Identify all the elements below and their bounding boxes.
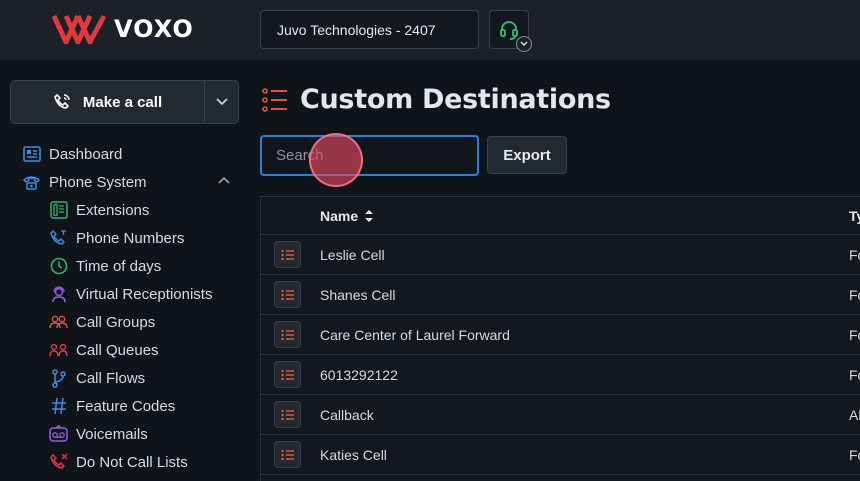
company-selector[interactable]: Juvo Technologies - 2407 — [260, 10, 479, 49]
call-queues-icon — [49, 341, 68, 360]
row-type: Fo — [849, 327, 860, 343]
chevron-up-icon[interactable] — [218, 176, 230, 184]
sidebar-item-label: Extensions — [76, 201, 150, 219]
table-header: Name Ty — [261, 197, 860, 235]
row-name: Shanes Cell — [320, 287, 396, 303]
list-icon — [280, 409, 294, 420]
search-input[interactable] — [260, 135, 479, 176]
row-name: Callback — [320, 407, 374, 423]
phone-numbers-icon — [49, 229, 68, 248]
sidebar-item-label: Call Queues — [76, 341, 159, 359]
row-actions-button[interactable] — [274, 281, 301, 308]
row-name: 6013292122 — [320, 367, 398, 383]
row-type: Fo — [849, 447, 860, 463]
dashboard-icon — [22, 145, 41, 164]
agent-status-button[interactable] — [489, 10, 532, 52]
top-bar: VOXO Juvo Technologies - 2407 — [0, 0, 860, 60]
receptionist-icon — [49, 285, 68, 304]
sidebar-item-dashboard[interactable]: Dashboard — [22, 140, 242, 168]
sidebar-item-feature-codes[interactable]: Feature Codes — [22, 392, 242, 420]
list-icon — [280, 249, 294, 260]
table-row[interactable]: Katies Cell Fo — [261, 435, 860, 475]
table-row[interactable]: Leslie Cell Fo — [261, 235, 860, 275]
export-button[interactable]: Export — [487, 136, 567, 174]
sidebar-item-label: Time of days — [76, 257, 162, 275]
table-row[interactable]: Callback Al — [261, 395, 860, 435]
logo-wordmark: VOXO — [114, 15, 194, 43]
list-icon — [280, 289, 294, 300]
sidebar-item-label: Call Groups — [76, 313, 156, 331]
sidebar-item-virtual-receptionists[interactable]: Virtual Receptionists — [22, 280, 242, 308]
row-actions-button[interactable] — [274, 361, 301, 388]
sidebar-item-voicemails[interactable]: Voicemails — [22, 420, 242, 448]
page-header: Custom Destinations — [262, 84, 611, 115]
row-type: Al — [849, 407, 860, 423]
voxo-logo-mark — [52, 14, 106, 44]
list-icon — [262, 87, 287, 112]
row-name: Leslie Cell — [320, 247, 385, 263]
sidebar-item-phone-numbers[interactable]: Phone Numbers — [22, 224, 242, 252]
make-call-label: Make a call — [82, 93, 163, 111]
column-header-type[interactable]: Ty — [849, 208, 860, 224]
make-call-button[interactable]: Make a call — [11, 81, 204, 123]
sidebar-item-call-flows[interactable]: Call Flows — [22, 364, 242, 392]
row-type: Fo — [849, 367, 860, 383]
row-actions-button[interactable] — [274, 401, 301, 428]
clock-icon — [49, 257, 68, 276]
sidebar-item-label: Voicemails — [76, 425, 148, 443]
call-groups-icon — [49, 313, 68, 332]
phone-call-icon — [54, 94, 70, 109]
list-icon — [280, 449, 294, 460]
sidebar-item-label: Call Flows — [76, 369, 146, 387]
sort-icon — [365, 209, 374, 222]
voicemail-icon — [49, 425, 68, 444]
sidebar-item-label: Phone System — [49, 173, 147, 191]
list-icon — [280, 369, 294, 380]
hash-icon — [49, 397, 68, 416]
row-actions-button[interactable] — [274, 241, 301, 268]
chevron-down-icon[interactable] — [516, 36, 532, 52]
sidebar-item-label: Dashboard — [49, 145, 123, 163]
sidebar-item-extensions[interactable]: Extensions — [22, 196, 242, 224]
sidebar-item-label: Phone Numbers — [76, 229, 185, 247]
sidebar-item-time-of-days[interactable]: Time of days — [22, 252, 242, 280]
sidebar-item-label: Do Not Call Lists — [76, 453, 188, 471]
sidebar-nav: Dashboard Phone System Extensions Phone … — [22, 140, 242, 476]
table-row[interactable]: Shanes Cell Fo — [261, 275, 860, 315]
sidebar-item-call-queues[interactable]: Call Queues — [22, 336, 242, 364]
page-title: Custom Destinations — [300, 84, 611, 115]
sidebar-item-phone-system[interactable]: Phone System — [22, 168, 242, 196]
destinations-table: Name Ty Leslie Cell Fo Shanes Cell Fo Ca… — [260, 196, 860, 481]
table-row[interactable]: 6013292122 Fo — [261, 355, 860, 395]
sidebar-item-label: Virtual Receptionists — [76, 285, 213, 303]
row-name: Katies Cell — [320, 447, 387, 463]
do-not-call-icon — [49, 453, 68, 472]
row-type: Fo — [849, 287, 860, 303]
row-name: Care Center of Laurel Forward — [320, 327, 510, 343]
phone-system-icon — [22, 173, 41, 192]
sidebar-item-do-not-call-lists[interactable]: Do Not Call Lists — [22, 448, 242, 476]
sidebar-item-call-groups[interactable]: Call Groups — [22, 308, 242, 336]
make-call-dropdown[interactable] — [204, 81, 238, 123]
row-type: Fo — [849, 247, 860, 263]
row-actions-button[interactable] — [274, 441, 301, 468]
list-icon — [280, 329, 294, 340]
make-call-control: Make a call — [10, 80, 239, 124]
column-header-name[interactable]: Name — [320, 208, 374, 224]
extensions-icon — [49, 201, 68, 220]
chevron-down-icon — [215, 98, 228, 106]
voxo-logo[interactable]: VOXO — [52, 14, 194, 44]
headset-icon — [500, 20, 518, 40]
table-row[interactable]: Care Center of Laurel Forward Fo — [261, 315, 860, 355]
call-flows-icon — [49, 368, 68, 388]
row-actions-button[interactable] — [274, 321, 301, 348]
sidebar-item-label: Feature Codes — [76, 397, 176, 415]
